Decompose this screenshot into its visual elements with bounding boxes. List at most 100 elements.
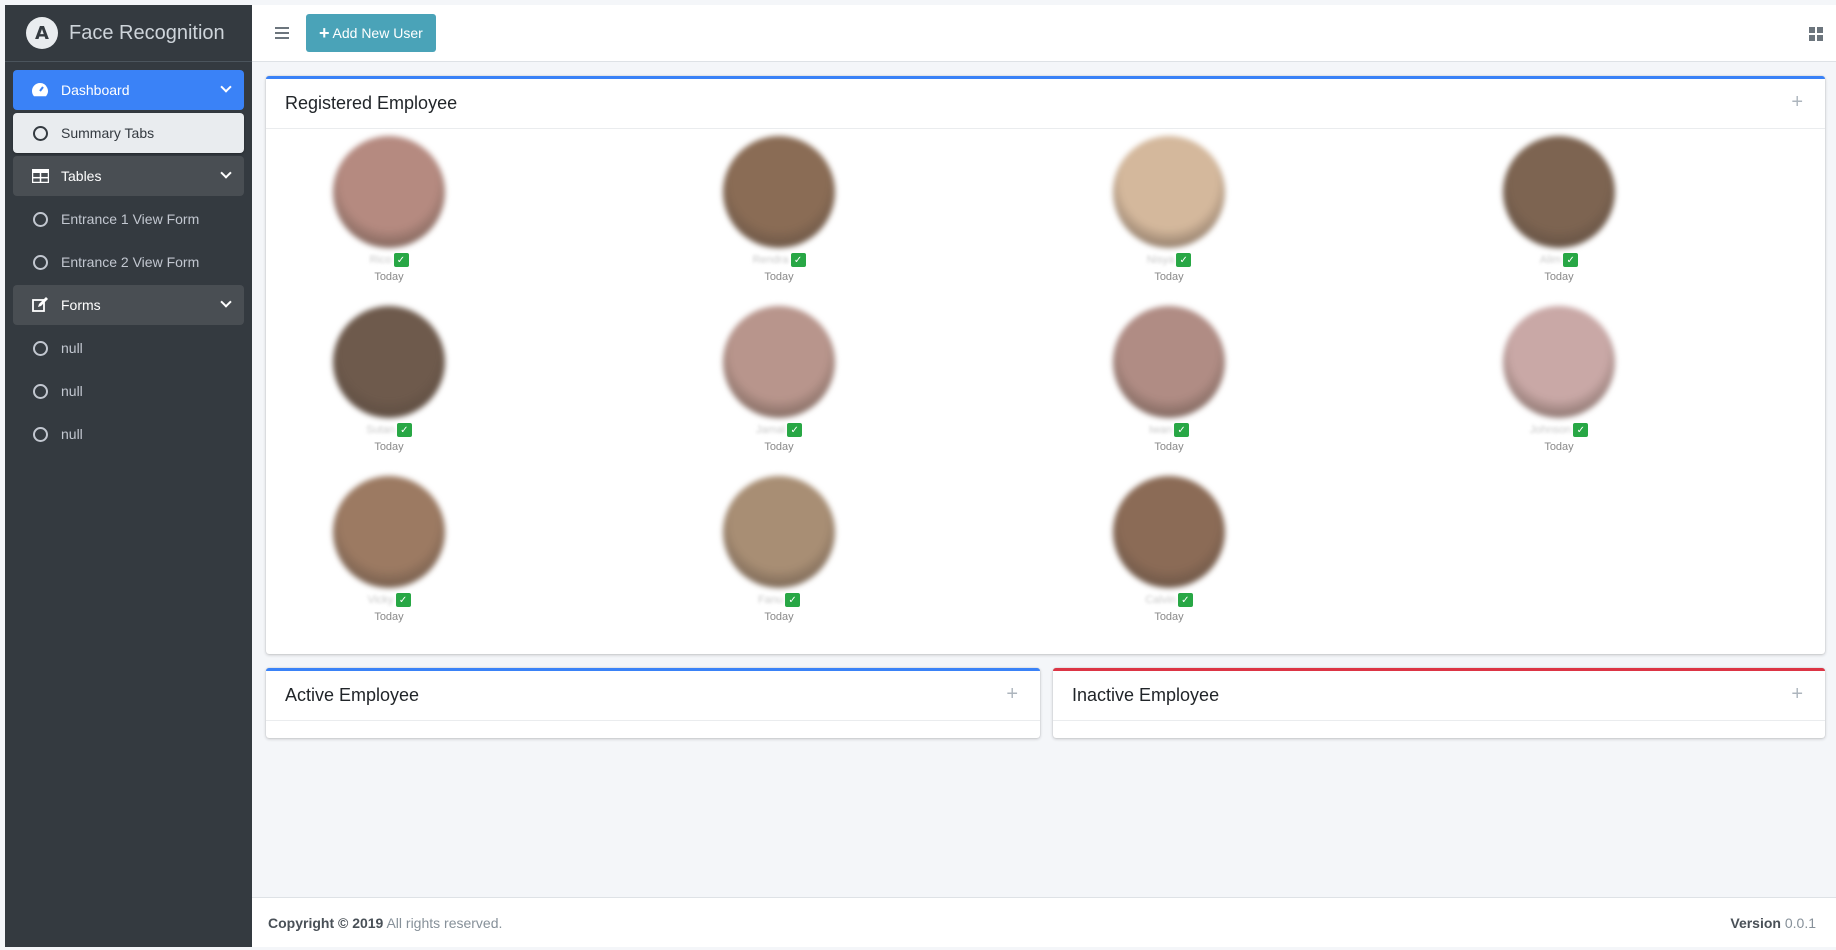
employee-name: Rico	[369, 254, 392, 266]
employee-date: Today	[1154, 441, 1184, 453]
employee-name-row: Nisya ✓	[1094, 252, 1244, 268]
employee-item[interactable]: Sutan ✓ Today	[314, 306, 464, 453]
employee-date: Today	[1154, 611, 1184, 623]
employee-name-row: Rendra ✓	[704, 252, 854, 268]
add-new-user-label: Add New User	[332, 25, 423, 41]
employee-name: Nisya	[1146, 254, 1175, 266]
registered-employee-card: Registered Employee + Rico ✓ Today Rendra ✓ T…	[266, 76, 1825, 654]
employee-name: Alim	[1539, 254, 1562, 266]
sidebar-item-label: Dashboard	[61, 82, 130, 98]
sidebar-item-label: Summary Tabs	[61, 125, 155, 141]
version-text: Version 0.0.1	[1730, 914, 1816, 931]
active-employee-card: Active Employee +	[266, 668, 1040, 738]
expand-plus-icon[interactable]: +	[1006, 683, 1018, 706]
avatar	[333, 476, 445, 588]
employee-date: Today	[374, 271, 404, 283]
employee-date: Today	[374, 441, 404, 453]
expand-plus-icon[interactable]: +	[1791, 683, 1803, 706]
sidebar-item-dashboard[interactable]: Dashboard	[13, 70, 244, 110]
expand-plus-icon[interactable]: +	[1791, 91, 1803, 114]
sidebar-item-null[interactable]: null	[13, 414, 244, 454]
circle-icon	[31, 425, 49, 443]
employee-name: Rendra	[752, 254, 789, 266]
employee-date: Today	[764, 271, 794, 283]
employee-date: Today	[764, 611, 794, 623]
employee-item[interactable]: Fanu ✓ Today	[704, 476, 854, 623]
employee-date: Today	[1154, 271, 1184, 283]
employee-name: Sutan	[366, 424, 395, 436]
check-icon: ✓	[787, 423, 803, 437]
check-icon: ✓	[395, 593, 411, 607]
chevron-down-icon	[220, 167, 232, 179]
employee-date: Today	[764, 441, 794, 453]
card-header: Active Employee +	[266, 671, 1040, 721]
employee-name-row: Alim ✓	[1484, 252, 1634, 268]
card-title: Active Employee	[285, 685, 420, 705]
brand-link[interactable]: A Face Recognition	[5, 5, 252, 62]
employee-name-row: Rico ✓	[314, 252, 464, 268]
sidebar-item-label: null	[61, 340, 83, 356]
circle-icon	[31, 382, 49, 400]
employee-name-row: Jamal ✓	[704, 422, 854, 438]
employee-date: Today	[374, 611, 404, 623]
employee-name: Calvin	[1145, 594, 1176, 606]
sidebar-item-entrance-2-view-form[interactable]: Entrance 2 View Form	[13, 242, 244, 282]
inactive-employee-card: Inactive Employee +	[1053, 668, 1825, 738]
check-icon: ✓	[1563, 253, 1579, 267]
employee-item[interactable]: Nisya ✓ Today	[1094, 136, 1244, 283]
sidebar-item-label: Forms	[61, 297, 101, 313]
sidebar-item-label: Entrance 1 View Form	[61, 211, 200, 227]
avatar	[333, 306, 445, 418]
sidebar-item-null[interactable]: null	[13, 328, 244, 368]
employee-item[interactable]: Vicky ✓ Today	[314, 476, 464, 623]
employee-name-row: Iwan ✓	[1094, 422, 1244, 438]
employee-item[interactable]: Iwan ✓ Today	[1094, 306, 1244, 453]
sidebar-item-summary-tabs[interactable]: Summary Tabs	[13, 113, 244, 153]
check-icon: ✓	[396, 423, 412, 437]
add-new-user-button[interactable]: + Add New User	[306, 14, 436, 52]
plus-icon: +	[319, 22, 330, 43]
employee-item[interactable]: Rendra ✓ Today	[704, 136, 854, 283]
employee-name: Vicky	[367, 594, 394, 606]
table-icon	[31, 167, 49, 185]
top-navbar: + Add New User	[252, 5, 1836, 62]
sidebar-item-forms[interactable]: Forms	[13, 285, 244, 325]
employee-name: Jamal	[755, 424, 786, 436]
sidebar-item-null[interactable]: null	[13, 371, 244, 411]
employee-item[interactable]: Rico ✓ Today	[314, 136, 464, 283]
avatar	[723, 476, 835, 588]
chevron-down-icon	[220, 81, 232, 93]
circle-icon	[31, 210, 49, 228]
brand-title: Face Recognition	[69, 21, 225, 44]
copyright-text: Copyright © 2019 All rights reserved.	[268, 914, 503, 931]
menu-toggle-icon[interactable]	[275, 27, 289, 39]
card-title: Inactive Employee	[1072, 685, 1220, 705]
sidebar-item-label: null	[61, 426, 83, 442]
sidebar-item-tables[interactable]: Tables	[13, 156, 244, 196]
sidebar-item-label: Tables	[61, 168, 102, 184]
check-icon: ✓	[1177, 593, 1193, 607]
avatar	[333, 136, 445, 248]
sidebar-item-entrance-1-view-form[interactable]: Entrance 1 View Form	[13, 199, 244, 239]
circle-icon	[31, 124, 49, 142]
avatar	[1113, 476, 1225, 588]
avatar	[723, 136, 835, 248]
card-title: Registered Employee	[285, 93, 458, 113]
employee-item[interactable]: Johnson ✓ Today	[1484, 306, 1634, 453]
employee-date: Today	[1544, 441, 1574, 453]
employee-name-row: Vicky ✓	[314, 592, 464, 608]
avatar	[1503, 136, 1615, 248]
card-header: Registered Employee +	[266, 79, 1825, 129]
employee-date: Today	[1544, 271, 1574, 283]
chevron-down-icon	[220, 296, 232, 308]
sidebar-nav: Dashboard Summary Tabs Tables Entrance 1 Vi…	[5, 62, 252, 454]
grid-apps-icon[interactable]	[1809, 27, 1823, 41]
employee-name-row: Sutan ✓	[314, 422, 464, 438]
sidebar-item-label: null	[61, 383, 83, 399]
employee-item[interactable]: Alim ✓ Today	[1484, 136, 1634, 283]
employee-item[interactable]: Jamal ✓ Today	[704, 306, 854, 453]
sidebar: A Face Recognition Dashboard Summary Tabs…	[5, 5, 252, 947]
edit-icon	[31, 296, 49, 314]
employee-name-row: Johnson ✓	[1484, 422, 1634, 438]
employee-item[interactable]: Calvin ✓ Today	[1094, 476, 1244, 623]
